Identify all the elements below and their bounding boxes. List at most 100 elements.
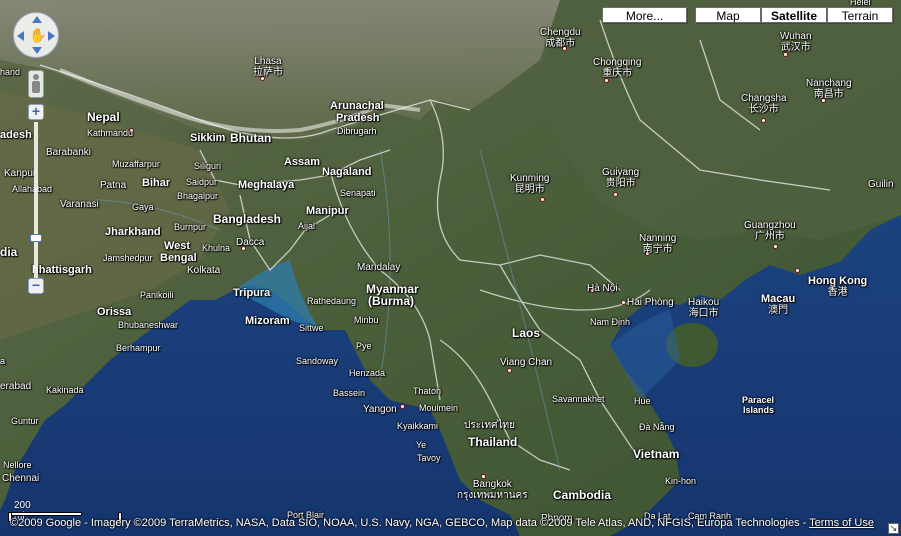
label-panikoili[interactable]: Panikoili: [140, 290, 174, 301]
label-thailand-th[interactable]: ประเทศไทย: [464, 420, 515, 431]
zoom-slider-track[interactable]: [34, 122, 38, 278]
label-chengdu[interactable]: Chengdu 成都市: [540, 27, 581, 49]
label-bhutan[interactable]: Bhutan: [230, 132, 271, 144]
pan-down-icon[interactable]: [32, 47, 42, 54]
label-hand[interactable]: hand: [0, 67, 20, 78]
label-bengal[interactable]: Bengal: [160, 253, 197, 264]
label-sittwe[interactable]: Sittwe: [299, 323, 324, 334]
map-type-satellite-button[interactable]: Satellite: [761, 7, 827, 23]
label-chongqing[interactable]: Chongqing 重庆市: [593, 57, 641, 79]
label-guangzhou[interactable]: Guangzhou 广州市: [744, 220, 796, 242]
label-nanning[interactable]: Nanning 南宁市: [639, 233, 676, 255]
label-barabanki[interactable]: Barabanki: [46, 147, 91, 158]
label-ha-noi[interactable]: Hà Nội: [587, 283, 618, 294]
label-kunming[interactable]: Kunming 昆明市: [510, 173, 549, 195]
label-burnpur[interactable]: Burnpur: [174, 222, 206, 233]
label-wuhan[interactable]: Wuhan 武汉市: [780, 31, 812, 53]
pan-control[interactable]: ✋: [13, 12, 59, 58]
label-jamshedpur[interactable]: Jamshedpur: [103, 253, 153, 264]
city-marker[interactable]: [613, 192, 618, 197]
label-rathedaung[interactable]: Rathedaung: [307, 296, 356, 307]
label-aijal[interactable]: Aijal: [298, 221, 315, 232]
label-nanchang[interactable]: Nanchang 南昌市: [806, 78, 852, 100]
label-lhasa[interactable]: Lhasa 拉萨市: [253, 56, 283, 78]
label-yangon[interactable]: Yangon: [363, 404, 397, 415]
label-burma[interactable]: (Burma): [368, 295, 414, 307]
label-islands[interactable]: Islands: [743, 405, 774, 416]
label-bihar[interactable]: Bihar: [142, 178, 170, 189]
pan-left-icon[interactable]: [17, 31, 24, 41]
label-muzaffarpur[interactable]: Muzaffarpur: [112, 159, 160, 170]
label-haikou[interactable]: Haikou 海口市: [688, 297, 719, 319]
label-kathmandu[interactable]: Kathmandu: [87, 128, 133, 139]
label-moulmein[interactable]: Moulmein: [419, 403, 458, 414]
city-marker[interactable]: [761, 118, 766, 123]
label-varanasi[interactable]: Varanasi: [60, 199, 99, 210]
label-saidpur[interactable]: Saidpur: [186, 177, 217, 188]
map-type-map-button[interactable]: Map: [695, 7, 761, 23]
zoom-out-button[interactable]: −: [28, 278, 44, 294]
city-marker[interactable]: [621, 300, 626, 305]
label-henzada[interactable]: Henzada: [349, 368, 385, 379]
label-meghalaya[interactable]: Meghalaya: [238, 180, 294, 191]
label-mandalay[interactable]: Mandalay: [357, 262, 400, 273]
label-adesh[interactable]: adesh: [0, 130, 32, 141]
label-nagaland[interactable]: Nagaland: [322, 167, 372, 178]
label-erabad[interactable]: erabad: [0, 381, 31, 392]
label-tavoy[interactable]: Tavoy: [417, 453, 441, 464]
label-thaton[interactable]: Thaton: [413, 386, 441, 397]
label-kakinada[interactable]: Kakinada: [46, 385, 84, 396]
label-guiyang[interactable]: Guiyang 贵阳市: [602, 167, 639, 189]
label-thailand[interactable]: Thailand: [468, 436, 517, 448]
label-savannakhet[interactable]: Savannakhet: [552, 394, 605, 405]
label-berhampur[interactable]: Berhampur: [116, 343, 161, 354]
label-mizoram[interactable]: Mizoram: [245, 316, 290, 327]
label-sikkim[interactable]: Sikkim: [190, 133, 225, 144]
label-bhagalpur[interactable]: Bhagalpur: [177, 191, 218, 202]
city-marker[interactable]: [795, 268, 800, 273]
label-jharkhand[interactable]: Jharkhand: [105, 227, 161, 238]
more-button[interactable]: More...: [602, 7, 687, 23]
pan-right-icon[interactable]: [48, 31, 55, 41]
label-nellore[interactable]: Nellore: [3, 460, 32, 471]
pegman-icon[interactable]: [28, 70, 44, 98]
label-patna[interactable]: Patna: [100, 180, 126, 191]
label-bangladesh[interactable]: Bangladesh: [213, 213, 281, 225]
label-dia[interactable]: dia: [0, 246, 17, 258]
terms-of-use-link[interactable]: Terms of Use: [809, 517, 874, 529]
zoom-in-button[interactable]: +: [28, 104, 44, 120]
label-chennai[interactable]: Chennai: [2, 473, 39, 484]
resize-corner-icon[interactable]: ↘: [888, 523, 899, 534]
label-sandoway[interactable]: Sandoway: [296, 356, 338, 367]
label-vietnam[interactable]: Vietnam: [633, 448, 679, 460]
label-da-nang[interactable]: Đà Nẵng: [639, 422, 675, 433]
label-ye[interactable]: Ye: [416, 440, 426, 451]
label-bhubaneshwar[interactable]: Bhubaneshwar: [118, 320, 178, 331]
label-laos[interactable]: Laos: [512, 327, 540, 339]
label-kyaikkami[interactable]: Kyaikkami: [397, 421, 438, 432]
label-bassein[interactable]: Bassein: [333, 388, 365, 399]
label-khulna[interactable]: Khulna: [202, 243, 230, 254]
label-senapati[interactable]: Senapati: [340, 188, 376, 199]
label-kolkata[interactable]: Kolkata: [187, 265, 220, 276]
label-allahabad[interactable]: Allahabad: [12, 184, 52, 195]
label-chhattisgarh[interactable]: hhattisgarh: [32, 265, 92, 276]
label-pradesh[interactable]: Pradesh: [336, 113, 379, 124]
label-a[interactable]: a: [0, 356, 5, 367]
label-dacca[interactable]: Dacca: [236, 237, 264, 248]
label-changsha[interactable]: Changsha 长沙市: [741, 93, 787, 115]
label-kanpur[interactable]: Kanpur: [4, 168, 36, 179]
label-kin-hon[interactable]: Kin-hon: [665, 476, 696, 487]
label-hue[interactable]: Hue: [634, 396, 651, 407]
label-manipur[interactable]: Manipur: [306, 206, 349, 217]
map-canvas[interactable]: Helei Chengdu 成都市 Wuhan 武汉市 Lhasa 拉萨市 Chong…: [0, 0, 901, 536]
label-viang-chan[interactable]: Viang Chan: [500, 357, 552, 368]
label-pye[interactable]: Pye: [356, 341, 372, 352]
map-type-terrain-button[interactable]: Terrain: [827, 7, 893, 23]
label-hai-phong[interactable]: Hai Phòng: [627, 297, 674, 308]
city-marker[interactable]: [507, 368, 512, 373]
label-minbu[interactable]: Minbu: [354, 315, 379, 326]
city-marker[interactable]: [773, 244, 778, 249]
label-tripura[interactable]: Tripura: [233, 288, 270, 299]
label-assam[interactable]: Assam: [284, 157, 320, 168]
